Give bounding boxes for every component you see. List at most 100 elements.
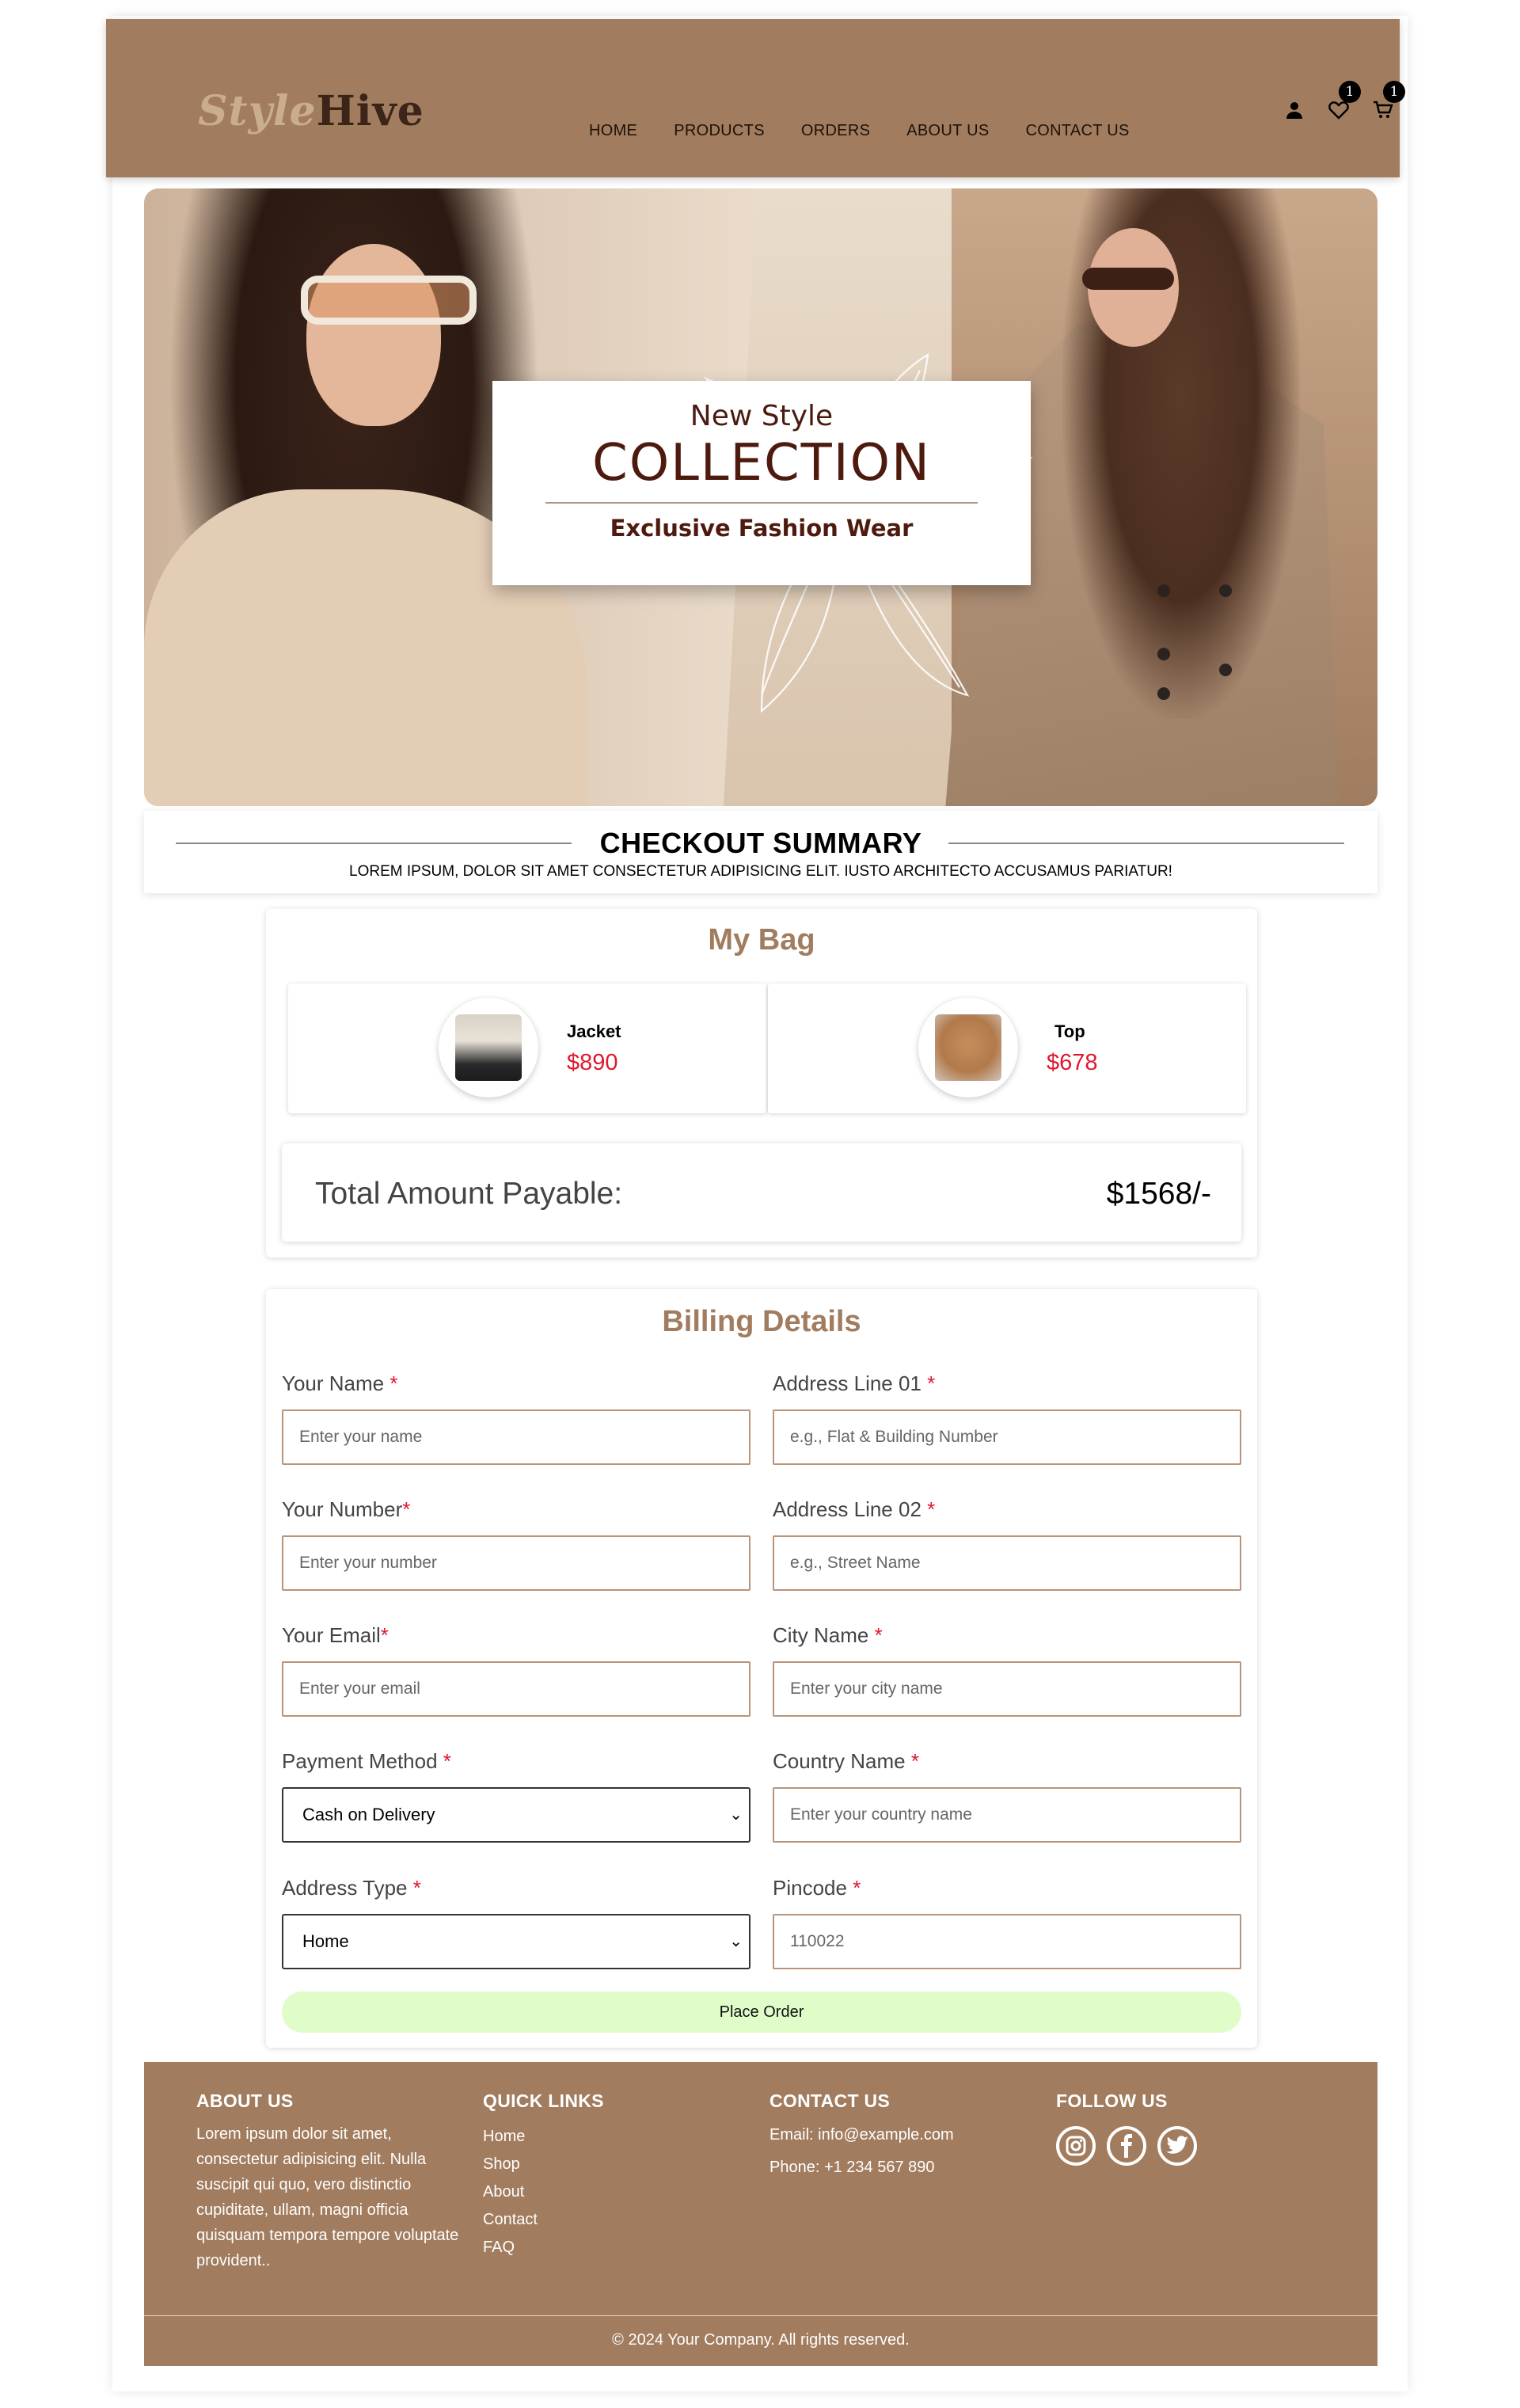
address-line-2-label: Address Line 02 * [773, 1497, 935, 1522]
city-label: City Name * [773, 1623, 883, 1648]
label-text: Pincode [773, 1876, 847, 1900]
header-icons: 1 1 [1283, 81, 1405, 122]
label-text: Your Name [282, 1371, 385, 1395]
product-thumbnail [439, 998, 538, 1097]
user-icon[interactable] [1283, 98, 1305, 122]
email-label: Your Email* [282, 1623, 389, 1648]
address-line-2-field[interactable] [773, 1535, 1241, 1591]
instagram-icon[interactable] [1056, 2126, 1096, 2166]
nav-home[interactable]: HOME [589, 122, 637, 140]
name-label: Your Name * [282, 1371, 397, 1396]
footer-email[interactable]: Email: info@example.com [770, 2126, 954, 2144]
required-mark: * [407, 1876, 421, 1900]
required-mark: * [921, 1497, 936, 1521]
cart-icon[interactable]: 1 [1372, 81, 1405, 122]
hero-banner: New Style COLLECTION Exclusive Fashion W… [144, 188, 1378, 806]
chevron-down-icon: ⌄ [729, 1806, 743, 1824]
coat-button [1157, 584, 1170, 597]
cart-count-badge: 1 [1383, 81, 1405, 103]
logo-part-1: Style [198, 87, 317, 135]
country-field[interactable] [773, 1787, 1241, 1843]
twitter-icon[interactable] [1157, 2126, 1197, 2166]
coat-button [1219, 584, 1232, 597]
total-amount-box: Total Amount Payable: $1568/- [282, 1143, 1241, 1242]
product-price: $678 [1047, 1050, 1098, 1075]
footer-link-contact[interactable]: Contact [483, 2206, 604, 2234]
nav-contact-us[interactable]: CONTACT US [1026, 122, 1130, 140]
product-name: Top [1054, 1021, 1085, 1041]
number-field[interactable] [282, 1535, 750, 1591]
required-mark: * [921, 1371, 936, 1395]
site-footer: ABOUT US Lorem ipsum dolor sit amet, con… [144, 2062, 1378, 2366]
footer-link-shop[interactable]: Shop [483, 2151, 604, 2178]
hero-title-card: New Style COLLECTION Exclusive Fashion W… [492, 381, 1031, 585]
nav-orders[interactable]: ORDERS [801, 122, 870, 140]
country-label: Country Name * [773, 1749, 919, 1774]
sunglasses-left [301, 276, 477, 325]
footer-about-title: ABOUT US [196, 2090, 294, 2111]
label-text: Address Type [282, 1876, 408, 1900]
hero-divider [545, 502, 978, 504]
city-field[interactable] [773, 1661, 1241, 1717]
footer-divider [144, 2315, 1378, 2316]
label-text: City Name [773, 1623, 869, 1647]
footer-follow-title: FOLLOW US [1056, 2090, 1168, 2111]
total-label: Total Amount Payable: [315, 1177, 623, 1211]
footer-link-faq[interactable]: FAQ [483, 2234, 604, 2262]
bag-item[interactable]: Jacket $890 [288, 983, 766, 1113]
billing-title: Billing Details [662, 1305, 861, 1338]
email-field[interactable] [282, 1661, 750, 1717]
required-mark: * [402, 1497, 411, 1521]
footer-link-home[interactable]: Home [483, 2123, 604, 2151]
logo[interactable]: StyleHive [198, 87, 424, 135]
label-text: Address Line 02 [773, 1497, 922, 1521]
address-line-1-label: Address Line 01 * [773, 1371, 935, 1396]
name-field[interactable] [282, 1409, 750, 1465]
label-text: Country Name [773, 1749, 906, 1773]
copyright-text: © 2024 Your Company. All rights reserved… [612, 2331, 910, 2349]
coat-button [1157, 687, 1170, 700]
required-mark: * [868, 1623, 883, 1647]
facebook-icon[interactable] [1107, 2126, 1146, 2166]
pincode-field[interactable] [773, 1914, 1241, 1969]
product-thumbnail [918, 998, 1018, 1097]
bag-item[interactable]: Top $678 [768, 983, 1246, 1113]
my-bag-title: My Bag [708, 923, 815, 957]
required-mark: * [437, 1749, 451, 1773]
billing-details-card: Billing Details Your Name * Your Number*… [266, 1289, 1257, 2048]
number-label: Your Number* [282, 1497, 410, 1522]
top-image [935, 1014, 1001, 1081]
required-mark: * [384, 1371, 398, 1395]
label-text: Address Line 01 [773, 1371, 922, 1395]
address-type-label: Address Type * [282, 1876, 421, 1900]
payment-method-value: Cash on Delivery [302, 1805, 435, 1824]
hero-subtitle: Exclusive Fashion Wear [610, 515, 914, 542]
hero-model-left-face [306, 244, 441, 426]
footer-link-about[interactable]: About [483, 2178, 604, 2206]
address-line-1-field[interactable] [773, 1409, 1241, 1465]
checkout-summary-header: CHECKOUT SUMMARY LOREM IPSUM, DOLOR SIT … [144, 811, 1378, 893]
hero-big-title: COLLECTION [592, 434, 931, 493]
hero-small-title: New Style [690, 400, 834, 432]
coat-button [1157, 648, 1170, 660]
heart-icon[interactable]: 1 [1328, 81, 1361, 122]
footer-phone[interactable]: Phone: +1 234 567 890 [770, 2159, 954, 2177]
payment-method-select[interactable]: Cash on Delivery ⌄ [282, 1787, 750, 1843]
chevron-down-icon: ⌄ [729, 1933, 743, 1950]
coat-button [1219, 664, 1232, 676]
jacket-image [455, 1014, 522, 1081]
footer-follow: FOLLOW US [1056, 2090, 1197, 2166]
required-mark: * [846, 1876, 861, 1900]
required-mark: * [380, 1623, 389, 1647]
required-mark: * [905, 1749, 919, 1773]
address-type-value: Home [302, 1931, 349, 1951]
footer-about: ABOUT US Lorem ipsum dolor sit amet, con… [196, 2090, 466, 2273]
address-type-select[interactable]: Home ⌄ [282, 1914, 750, 1969]
payment-method-label: Payment Method * [282, 1749, 451, 1774]
product-price: $890 [567, 1050, 618, 1075]
nav-about-us[interactable]: ABOUT US [906, 122, 989, 140]
checkout-summary-subtitle: LOREM IPSUM, DOLOR SIT AMET CONSECTETUR … [349, 863, 1172, 880]
total-value: $1568/- [1106, 1177, 1211, 1211]
nav-products[interactable]: PRODUCTS [674, 122, 765, 140]
place-order-button[interactable]: Place Order [282, 1991, 1241, 2033]
